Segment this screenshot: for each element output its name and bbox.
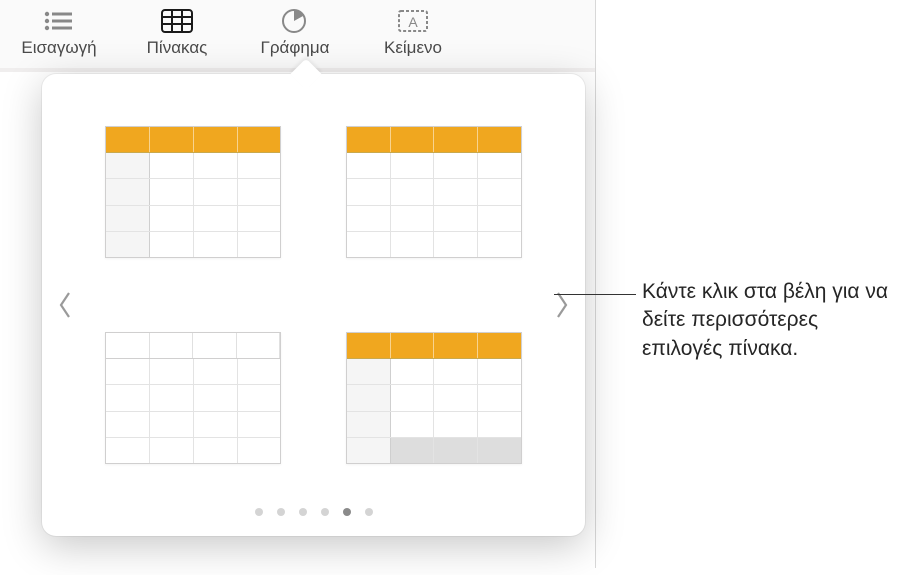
table-style-thumb[interactable] — [346, 332, 522, 464]
svg-text:A: A — [408, 14, 418, 30]
callout-text: Κάντε κλικ στα βέλη για να δείτε περισσό… — [642, 278, 892, 363]
table-icon — [158, 6, 196, 36]
toolbar-label: Εισαγωγή — [21, 38, 96, 58]
thumb-header — [347, 333, 521, 359]
page-dots — [42, 508, 585, 516]
table-style-thumb[interactable] — [346, 126, 522, 258]
thumb-header — [106, 333, 280, 359]
table-thumbnails-grid — [88, 74, 539, 536]
page-dot[interactable] — [299, 508, 307, 516]
page-dot[interactable] — [321, 508, 329, 516]
chevron-left-icon — [56, 290, 74, 320]
toolbar-label: Κείμενο — [384, 38, 442, 58]
table-style-thumb[interactable] — [105, 126, 281, 258]
prev-arrow[interactable] — [42, 74, 88, 536]
thumb-header — [347, 127, 521, 153]
page-dot[interactable] — [343, 508, 351, 516]
toolbar-label: Πίνακας — [147, 38, 208, 58]
chart-icon — [276, 6, 314, 36]
toolbar: Εισαγωγή Πίνακας Γράφημα A Κείμενο — [0, 0, 596, 68]
thumb-header — [106, 127, 280, 153]
page-dot[interactable] — [277, 508, 285, 516]
toolbar-table[interactable]: Πίνακας — [118, 6, 236, 58]
toolbar-label: Γράφημα — [261, 38, 330, 58]
page-dot[interactable] — [255, 508, 263, 516]
text-icon: A — [394, 6, 432, 36]
list-icon — [40, 6, 78, 36]
table-style-thumb[interactable] — [105, 332, 281, 464]
next-arrow[interactable] — [539, 74, 585, 536]
toolbar-chart[interactable]: Γράφημα — [236, 6, 354, 58]
page-dot[interactable] — [365, 508, 373, 516]
callout-leader-line — [554, 294, 636, 295]
toolbar-insert[interactable]: Εισαγωγή — [0, 6, 118, 58]
table-styles-popover — [42, 74, 585, 536]
toolbar-text[interactable]: A Κείμενο — [354, 6, 472, 58]
